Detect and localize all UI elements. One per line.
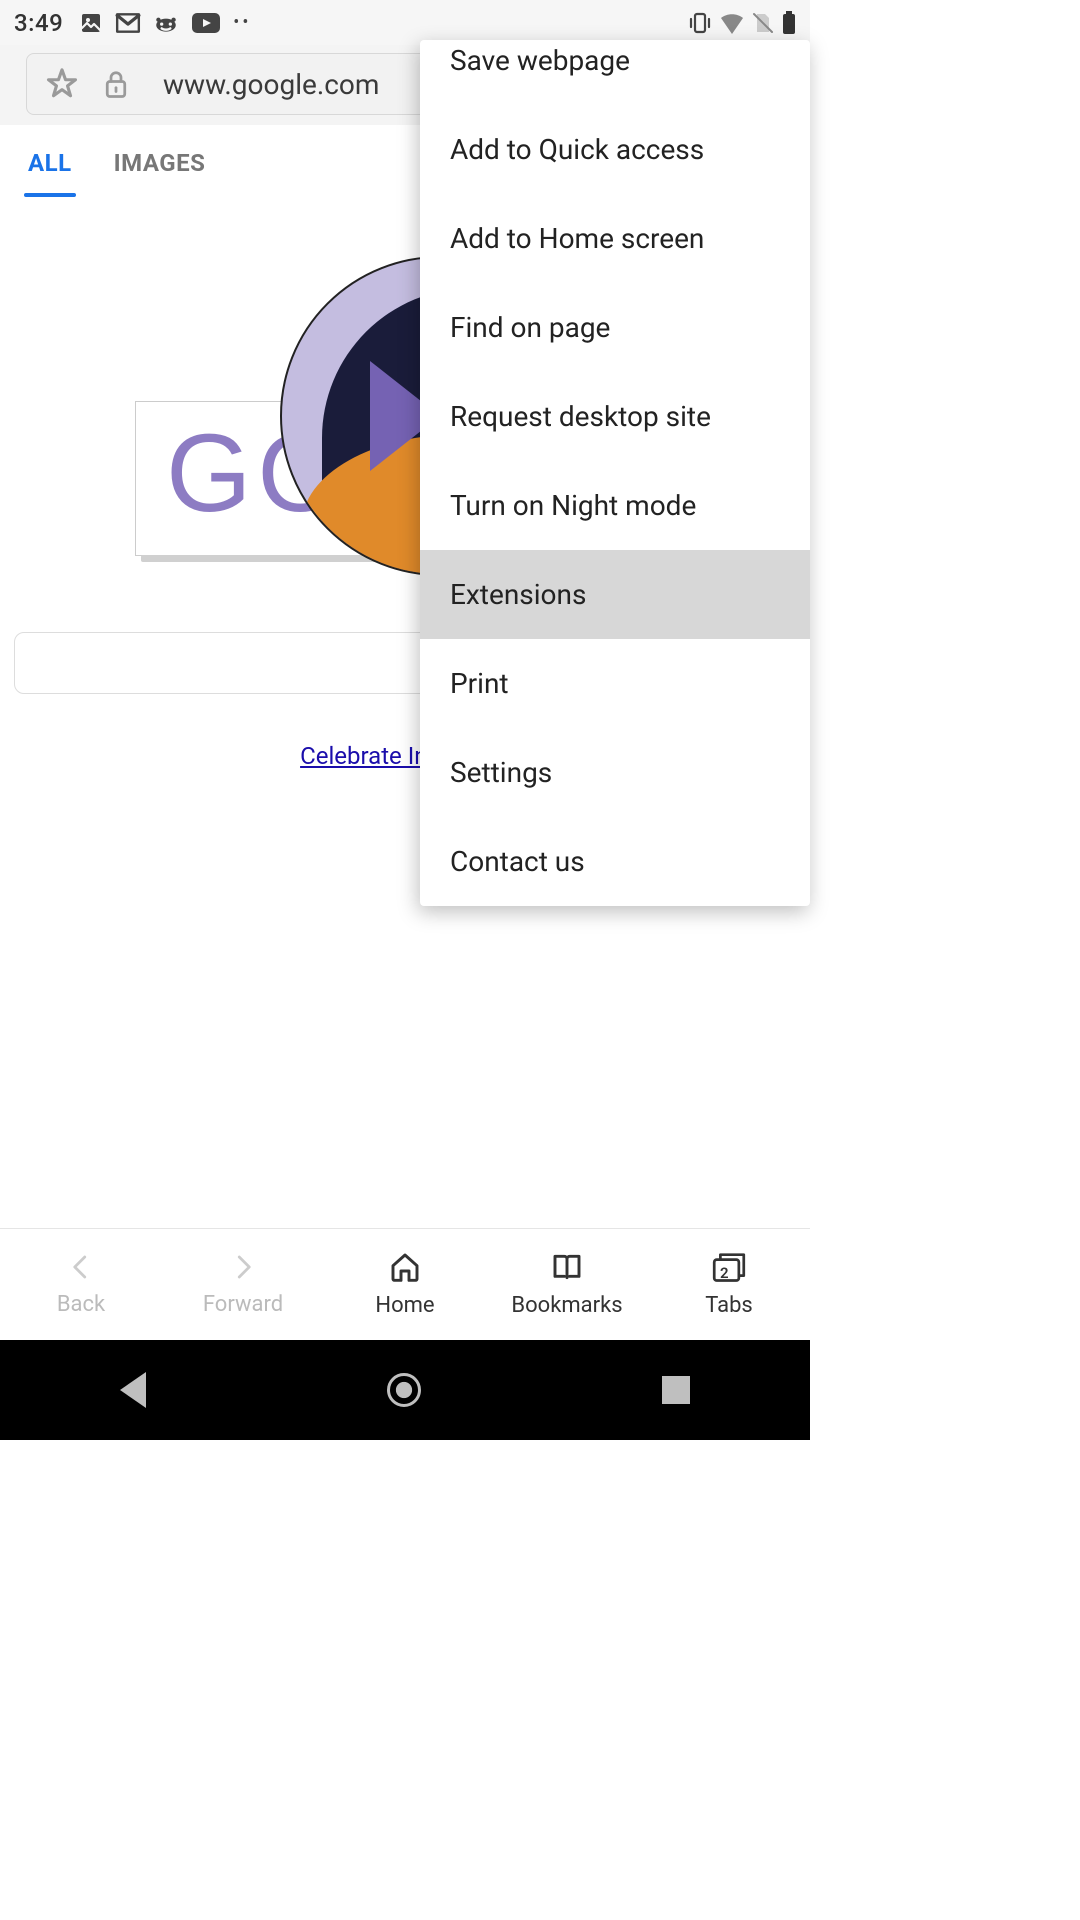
battery-icon [782, 11, 796, 35]
toolbar-tabs-label: Tabs [705, 1293, 753, 1318]
toolbar-back-label: Back [57, 1292, 105, 1317]
menu-desktop-site[interactable]: Request desktop site [420, 372, 810, 461]
menu-save-webpage[interactable]: Save webpage [420, 40, 810, 105]
toolbar-home-label: Home [375, 1293, 434, 1318]
status-system-icons [688, 11, 796, 35]
browser-toolbar: Back Forward Home Bookmarks 2 Tabs [0, 1228, 810, 1340]
reddit-icon [153, 10, 179, 36]
nav-home-icon[interactable] [387, 1373, 421, 1407]
status-bar: 3:49 •• [0, 0, 810, 45]
menu-night-mode[interactable]: Turn on Night mode [420, 461, 810, 550]
no-sim-icon [752, 12, 774, 34]
home-icon [389, 1251, 421, 1289]
more-dots-icon: •• [233, 12, 251, 33]
toolbar-forward[interactable]: Forward [162, 1229, 324, 1340]
toolbar-bookmarks[interactable]: Bookmarks [486, 1229, 648, 1340]
toolbar-tabs[interactable]: 2 Tabs [648, 1229, 810, 1340]
toolbar-home[interactable]: Home [324, 1229, 486, 1340]
nav-recent-icon[interactable] [662, 1376, 690, 1404]
menu-find-on-page[interactable]: Find on page [420, 283, 810, 372]
menu-print[interactable]: Print [420, 639, 810, 728]
tabs-icon: 2 [711, 1251, 747, 1289]
lock-icon [101, 67, 131, 101]
menu-extensions[interactable]: Extensions [420, 550, 810, 639]
toolbar-forward-label: Forward [203, 1292, 283, 1317]
book-icon [550, 1251, 584, 1289]
youtube-icon [191, 11, 221, 35]
tabs-count: 2 [720, 1264, 729, 1282]
menu-home-screen[interactable]: Add to Home screen [420, 194, 810, 283]
bookmark-star-icon[interactable] [45, 67, 79, 101]
nav-back-icon[interactable] [120, 1372, 146, 1408]
toolbar-back[interactable]: Back [0, 1229, 162, 1340]
gmail-icon [115, 10, 141, 36]
android-nav-bar [0, 1340, 810, 1440]
chevron-right-icon [228, 1252, 258, 1288]
url-text: www.google.com [163, 68, 379, 101]
toolbar-bookmarks-label: Bookmarks [511, 1293, 622, 1318]
menu-quick-access[interactable]: Add to Quick access [420, 105, 810, 194]
status-notification-icons: •• [79, 10, 251, 36]
chevron-left-icon [66, 1252, 96, 1288]
status-time: 3:49 [14, 9, 63, 37]
menu-contact[interactable]: Contact us [420, 817, 810, 906]
menu-settings[interactable]: Settings [420, 728, 810, 817]
wifi-icon [720, 12, 744, 34]
tab-images[interactable]: IMAGES [110, 125, 210, 195]
vibrate-icon [688, 11, 712, 35]
tab-all[interactable]: ALL [24, 125, 76, 195]
overflow-menu: Save webpage Add to Quick access Add to … [420, 40, 810, 906]
image-icon [79, 11, 103, 35]
